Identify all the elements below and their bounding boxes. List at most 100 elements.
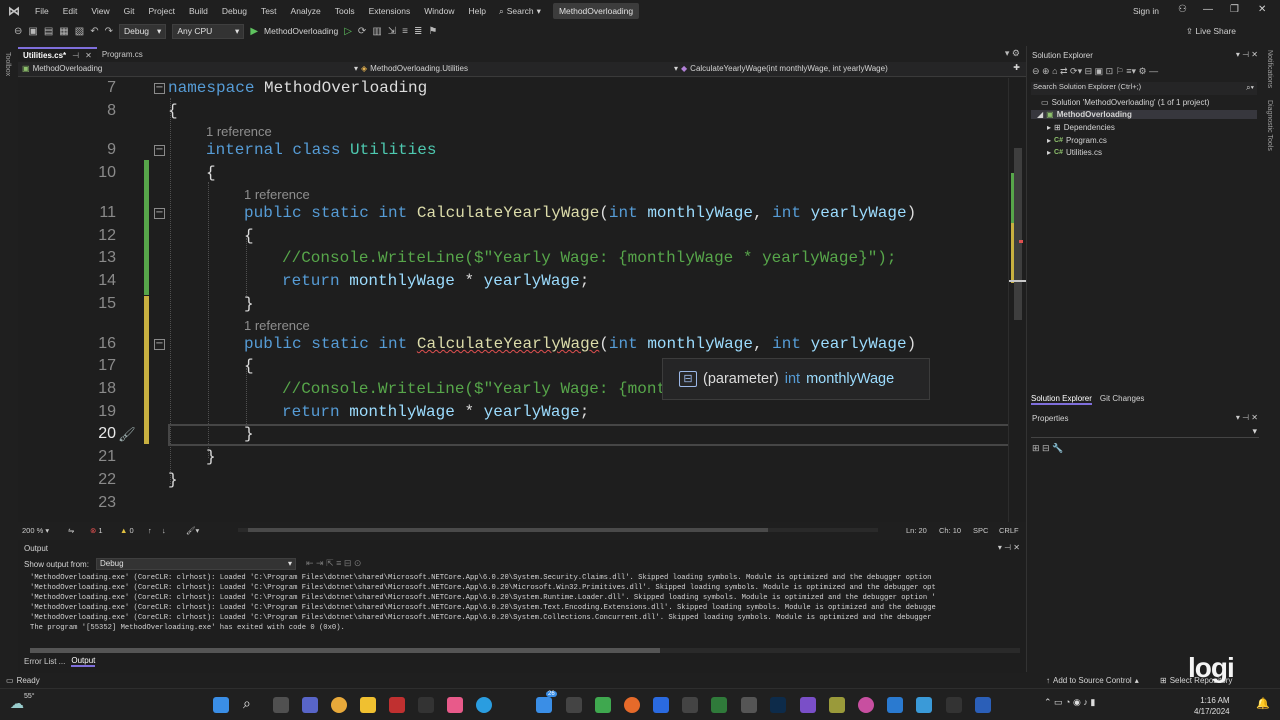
app-icon[interactable] <box>653 697 669 713</box>
tab-overflow-icon[interactable]: ▾ ⚙ <box>1005 48 1020 59</box>
app-icon[interactable] <box>946 697 962 713</box>
pin-icon[interactable]: ⊣ <box>72 51 79 60</box>
app-icon[interactable] <box>741 697 757 713</box>
add-source-control-button[interactable]: ↑ Add to Source Control ▴ <box>1046 676 1139 685</box>
output-horizontal-scrollbar[interactable] <box>30 648 1020 653</box>
tab-solution-explorer[interactable]: Solution Explorer <box>1031 394 1092 405</box>
panel-controls[interactable]: ▾ ⊣ ✕ <box>1236 50 1258 59</box>
file-explorer-icon[interactable] <box>360 697 376 713</box>
tab-git-changes[interactable]: Git Changes <box>1100 394 1144 405</box>
menu-window[interactable]: Window <box>417 6 461 16</box>
collapse-method-icon[interactable]: − <box>154 208 165 219</box>
editor-horizontal-scrollbar[interactable] <box>238 528 878 532</box>
account-icon[interactable]: ⚇ <box>1178 4 1187 15</box>
clock[interactable]: 1:16 AM 4/17/2024 <box>1194 695 1230 717</box>
menu-analyze[interactable]: Analyze <box>284 6 328 16</box>
next-issue-icon[interactable]: ↓ <box>162 526 166 535</box>
toolbox-tab[interactable]: Toolbox <box>4 52 11 76</box>
menu-build[interactable]: Build <box>182 6 215 16</box>
panel-controls[interactable]: ▾ ⊣ ✕ <box>1236 413 1258 422</box>
new-item-icon[interactable]: ▣ <box>28 26 37 37</box>
output-source-select[interactable]: Debug ▾ <box>96 558 296 570</box>
codelens-references[interactable]: 1 reference <box>206 124 272 139</box>
open-icon[interactable]: ▤ <box>44 26 53 37</box>
notification-bell-icon[interactable]: 🔔 <box>1256 697 1270 710</box>
close-icon[interactable]: ✕ <box>1258 4 1266 15</box>
photoshop-icon[interactable] <box>770 697 786 713</box>
quick-actions-brush-icon[interactable]: 🖌 <box>118 426 136 443</box>
menu-edit[interactable]: Edit <box>56 6 85 16</box>
app-icon[interactable] <box>711 697 727 713</box>
tab-error-list[interactable]: Error List ... <box>24 657 65 666</box>
solution-explorer-toolbar[interactable]: ⊖ ⊕ ⌂ ⇄ ⟳▾ ⊟ ▣ ⊡ ⚐ ≡▾ ⚙ — <box>1032 66 1158 77</box>
split-editor-icon[interactable]: ✚ <box>1013 63 1020 72</box>
minimize-icon[interactable]: — <box>1203 4 1213 15</box>
search-icon[interactable]: ⌕ <box>243 695 251 712</box>
app-icon[interactable] <box>447 697 463 713</box>
chrome-icon[interactable] <box>331 697 347 713</box>
teams-icon[interactable] <box>302 697 318 713</box>
scrollbar-thumb[interactable] <box>248 528 768 532</box>
edge-icon[interactable] <box>476 697 492 713</box>
project-node[interactable]: ◢ ▣ MethodOverloading <box>1031 110 1257 119</box>
word-icon[interactable] <box>975 697 991 713</box>
task-view-icon[interactable] <box>273 697 289 713</box>
weather-icon[interactable]: ☁ <box>10 695 24 712</box>
notifications-tab[interactable]: Notifications <box>1266 50 1273 88</box>
properties-object-select[interactable]: ▾ <box>1031 426 1259 438</box>
cursor-column[interactable]: Ch: 10 <box>939 526 961 535</box>
visual-studio-icon[interactable] <box>800 697 816 713</box>
scrollbar-thumb[interactable] <box>30 648 660 653</box>
scrollbar-thumb[interactable] <box>1014 148 1022 320</box>
configuration-select[interactable]: Debug ▾ <box>118 23 167 39</box>
sign-in-link[interactable]: Sign in <box>1133 6 1159 16</box>
start-debugging-icon[interactable]: ▶ <box>250 26 258 37</box>
uncomment-icon[interactable]: ≣ <box>414 26 422 37</box>
global-search[interactable]: ⌕ Search ▾ <box>493 6 547 17</box>
menu-tools[interactable]: Tools <box>328 6 362 16</box>
step-icon[interactable]: ⇲ <box>388 26 396 37</box>
errors-indicator[interactable]: ⊗ 1 <box>90 526 103 535</box>
maximize-icon[interactable]: ❐ <box>1230 4 1239 15</box>
solution-search-input[interactable]: Search Solution Explorer (Ctrl+;) <box>1031 82 1257 95</box>
program-cs-node[interactable]: ▸ C# Program.cs <box>1047 136 1107 145</box>
navigate-back-icon[interactable]: ⊖ <box>14 26 22 37</box>
collapse-class-icon[interactable]: − <box>154 145 165 156</box>
codelens-references[interactable]: 1 reference <box>244 318 310 333</box>
editor-vertical-scrollbar[interactable] <box>1008 78 1027 522</box>
menu-view[interactable]: View <box>84 6 116 16</box>
redo-icon[interactable]: ↷ <box>105 26 113 37</box>
member-dropdown[interactable]: ▾ ◆ CalculateYearlyWage(int monthlyWage,… <box>674 64 888 73</box>
run-target-button[interactable]: MethodOverloading <box>264 26 338 36</box>
line-endings[interactable]: CRLF <box>999 526 1019 535</box>
live-share-button[interactable]: ⇪ Live Share <box>1186 26 1236 37</box>
app-icon[interactable] <box>858 697 874 713</box>
menu-debug[interactable]: Debug <box>215 6 254 16</box>
diagnostic-tools-tab[interactable]: Diagnostic Tools <box>1266 100 1273 151</box>
previous-issue-icon[interactable]: ↑ <box>148 526 152 535</box>
indent-mode[interactable]: SPC <box>973 526 988 535</box>
app-icon[interactable] <box>916 697 932 713</box>
tab-output[interactable]: Output <box>71 656 96 667</box>
project-dropdown[interactable]: ▣ MethodOverloading <box>22 64 102 73</box>
panel-controls[interactable]: ▾ ⊣ ✕ <box>998 543 1020 552</box>
collapse-namespace-icon[interactable]: − <box>154 83 165 94</box>
zoom-select[interactable]: 200 % ▾ <box>22 526 49 535</box>
app-icon[interactable] <box>389 697 405 713</box>
start-button-icon[interactable] <box>213 697 229 713</box>
solution-node[interactable]: ▭ Solution 'MethodOverloading' (1 of 1 pr… <box>1041 98 1209 107</box>
app-icon[interactable] <box>682 697 698 713</box>
menu-extensions[interactable]: Extensions <box>362 6 418 16</box>
tab-program[interactable]: Program.cs <box>97 47 148 61</box>
code-cleanup-icon[interactable]: 🖌▾ <box>186 526 199 535</box>
start-without-debugging-icon[interactable]: ▷ <box>344 26 352 37</box>
menu-file[interactable]: File <box>28 6 56 16</box>
system-tray-icons[interactable]: ⌃ ▭ ◔ ◉ ♪ ▮ <box>1044 697 1095 708</box>
health-icon[interactable]: ⇋ <box>68 526 74 535</box>
app-icon[interactable] <box>566 697 582 713</box>
save-all-icon[interactable]: ▧ <box>75 26 84 37</box>
app-icon[interactable] <box>418 697 434 713</box>
app-icon[interactable] <box>595 697 611 713</box>
firefox-icon[interactable] <box>624 697 640 713</box>
menu-project[interactable]: Project <box>142 6 182 16</box>
